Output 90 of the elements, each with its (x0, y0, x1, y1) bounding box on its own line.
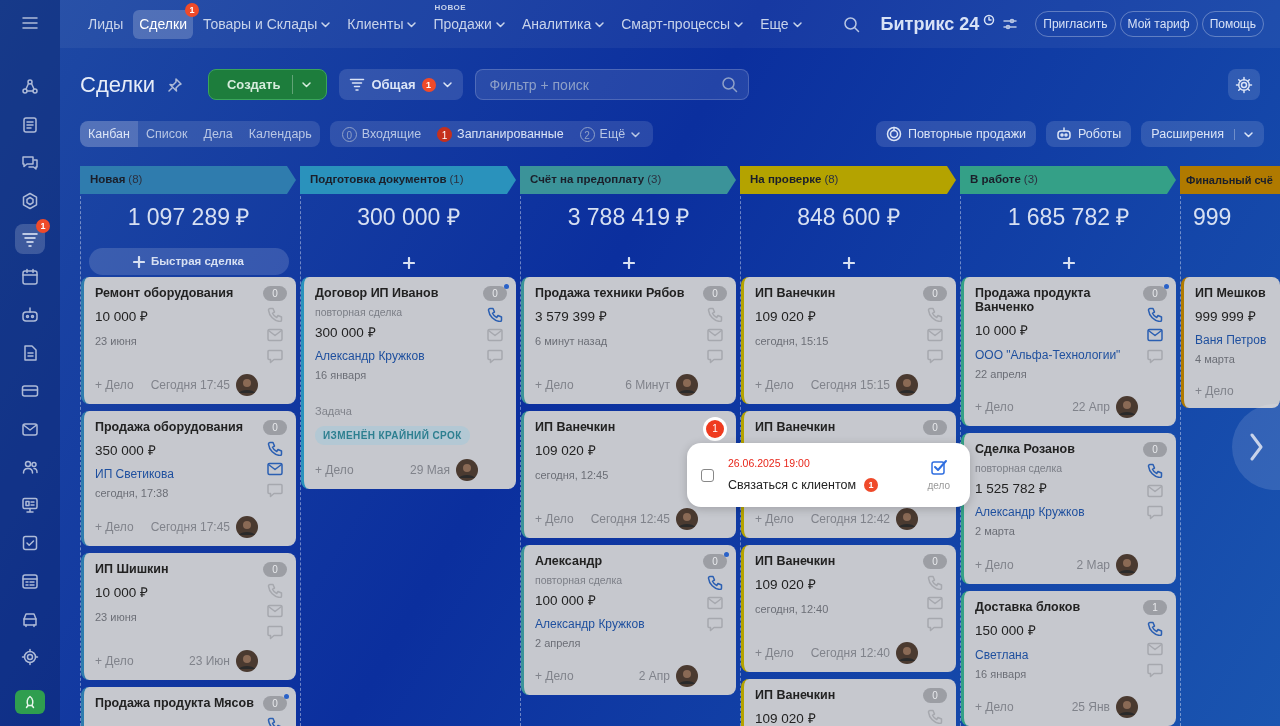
activity-time: 2 Апр (638, 668, 670, 686)
deal-subtitle: повторная сделка (975, 461, 1064, 477)
deal-amount: 150 000 ₽ (975, 622, 1037, 641)
deal-title: ИП Ванечкин (755, 687, 837, 702)
deal-amount: 109 020 ₽ (535, 441, 597, 460)
activity-counter: 0 (923, 285, 947, 301)
activity-counter: 0 (703, 285, 727, 301)
deal-amount: 999 999 ₽ (1195, 307, 1257, 326)
deal-title: ИП Ванечкин (755, 285, 837, 300)
deal-date: 16 января (315, 367, 368, 383)
activity-time: Сегодня 12:42 (810, 510, 890, 528)
deal-subtitle: повторная сделка (535, 572, 624, 588)
activity-counter: 0 (263, 561, 287, 577)
deal-date: 23 июня (95, 334, 138, 350)
deal-amount: 10 000 ₽ (975, 322, 1030, 341)
notification-badge: 1 (36, 218, 50, 233)
deal-amount: 350 000 ₽ (95, 441, 157, 460)
activity-time: Сегодня 17:45 (150, 376, 230, 394)
deal-date: 22 апреля (975, 366, 1028, 382)
activity-counter: 0 (923, 687, 947, 703)
deal-amount: 109 020 ₽ (755, 307, 817, 326)
deal-title: ИП Шишкин (95, 561, 170, 576)
deal-title: ИП Мешков (1195, 285, 1267, 300)
deal-title: Продажа продукта Мясов (95, 695, 255, 710)
deal-title: Доставка блоков (975, 599, 1082, 615)
column-total: 1 097 289 ₽ (126, 203, 251, 232)
activity-counter: 0 (703, 553, 727, 569)
deal-amount: 3 579 399 ₽ (535, 307, 608, 326)
deal-amount: 109 020 ₽ (755, 709, 817, 726)
deal-amount: 300 000 ₽ (315, 323, 377, 342)
deal-title: Сделка Розанов (975, 442, 1076, 457)
deal-title: Продажа техники Рябов (535, 285, 686, 300)
deal-amount: 100 000 ₽ (535, 591, 597, 610)
activity-counter: 1 (706, 419, 724, 438)
column-total: 3 788 419 ₽ (566, 203, 691, 232)
deal-amount: 109 020 ₽ (755, 575, 817, 594)
activity-time: 22 Апр (1072, 399, 1110, 416)
deal-date: сегодня, 17:38 (95, 486, 170, 502)
deal-date: 2 апреля (535, 635, 582, 651)
column-total: 300 000 ₽ (356, 203, 461, 232)
activity-counter: 0 (263, 695, 287, 711)
deal-title: ИП Ванечкин (755, 419, 837, 434)
activity-time: 23 Июн (189, 652, 230, 670)
notification-badge: 1 (184, 2, 199, 17)
task-count-badge: 1 (864, 477, 879, 492)
activity-counter: 1 (1143, 599, 1167, 615)
activity-time: Сегодня 15:15 (810, 376, 890, 394)
activity-time: Сегодня 17:45 (150, 518, 230, 536)
task-label: Задача (315, 404, 353, 420)
deal-title: Продажа оборудования (95, 419, 245, 434)
activity-counter: 0 (923, 419, 947, 435)
deal-date: 23 июня (95, 610, 138, 626)
activity-counter: 0 (923, 553, 947, 569)
activity-counter: 0 (1143, 442, 1167, 457)
deal-date: 6 минут назад (535, 334, 609, 350)
activity-time: 6 Минут (625, 376, 670, 394)
deal-date: 4 марта (1195, 352, 1236, 368)
column-total: 999 (1192, 203, 1233, 232)
column-total: 1 685 782 ₽ (1006, 203, 1131, 232)
activity-counter: 0 (483, 285, 507, 301)
column-total: 848 600 ₽ (796, 203, 901, 232)
deal-title: Александр (535, 553, 604, 568)
activity-time: 25 Янв (1071, 699, 1110, 716)
activity-time: 2 Мар (1076, 556, 1110, 574)
activity-time: Сегодня 12:40 (810, 644, 890, 662)
deal-title: Договор ИП Иванов (315, 285, 440, 300)
deal-subtitle: повторная сделка (315, 304, 404, 320)
deal-amount: 10 000 ₽ (95, 584, 150, 602)
deal-amount: 10 000 ₽ (95, 307, 150, 326)
deal-date: 16 января (975, 666, 1028, 682)
count-badge: 1 (437, 126, 453, 142)
activity-time: 29 Мая (410, 461, 450, 479)
deal-date: сегодня, 15:15 (755, 334, 830, 350)
task-status-badge: ИЗМЕНЁН КРАЙНИЙ СРОК (315, 425, 470, 445)
deal-date: 2 марта (975, 524, 1016, 540)
activity-counter: 0 (263, 419, 287, 435)
deal-title: ИП Ванечкин (755, 553, 837, 568)
activity-time: Сегодня 12:45 (590, 510, 670, 528)
deal-amount: 1 525 782 ₽ (975, 480, 1048, 499)
deal-title: ИП Ванечкин (535, 419, 617, 434)
deal-date: сегодня, 12:45 (535, 468, 610, 484)
activity-counter: 0 (1143, 285, 1167, 301)
filter-count-badge: 1 (421, 77, 436, 92)
deal-title: Продажа продукта Ванченко (975, 285, 1092, 315)
deal-date: сегодня, 12:40 (755, 602, 830, 618)
logo: Битрикс 24 (880, 12, 980, 36)
deal-title: Ремонт оборудования (95, 285, 235, 300)
activity-counter: 0 (263, 285, 287, 301)
page-title: Сделки (80, 71, 155, 99)
new-label: НОВОЕ (434, 1, 467, 14)
